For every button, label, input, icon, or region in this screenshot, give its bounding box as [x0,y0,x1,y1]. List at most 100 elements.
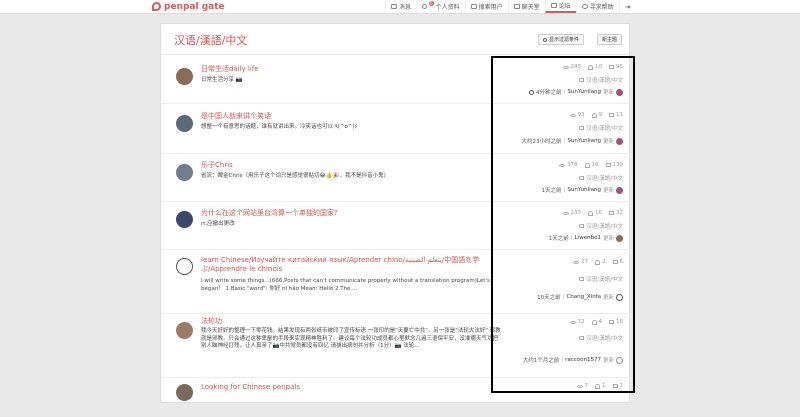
nav-item-forum[interactable]: 论坛 [544,0,576,13]
topic-row[interactable]: 乐子Chris 省流：睥金Chris（用乐子这个词只是感觉很贴切😂👍🎉，我不是抖… [161,153,631,202]
brand-name: penpal gate [164,1,225,12]
last-time: 1天之前 [541,188,562,194]
view-count: 27 [581,259,588,265]
last-user[interactable]: SunYunliang [567,89,601,95]
nav-label: 寻求帮助 [589,4,614,11]
avatar[interactable] [176,68,193,85]
topic-title[interactable]: 法轮功 [201,317,506,326]
updated-label: 更新 [602,90,614,96]
user-mini-avatar[interactable] [616,137,623,145]
chat-icon [513,4,520,9]
topic-title[interactable]: 乐子Chris [201,161,506,170]
topic-title[interactable]: 日常生活daily life [201,65,506,74]
topic-title[interactable]: learn Chinese/Изучайте китайский язык/Ap… [201,256,506,274]
last-activity: 10天之前 | Chang_Xinfa 更新 [537,293,623,301]
avatar[interactable] [176,211,193,228]
participant-count: 10 [595,64,602,70]
user-mini-avatar[interactable] [616,293,623,301]
nav-label: 搜索用户 [478,4,503,11]
brand-logo[interactable]: penpal gate [152,0,225,13]
nav-label: 论坛 [558,3,571,10]
comment-icon [612,260,618,264]
tag-icon [579,176,585,180]
nav-item-search-users[interactable]: 搜索用户 [464,0,508,13]
last-time: 大约1个月之前 [522,358,560,364]
topic-category[interactable]: 汉语/漢語/中文 [579,275,623,283]
reply-count: 95 [616,64,623,70]
topic-category[interactable]: 汉语/漢語/中文 [579,124,623,132]
category-label: 汉语/漢語/中文 [586,126,623,132]
forum-title: 汉语/漢語/中文 [174,34,248,47]
topic-title[interactable]: 是中国人就来讲个笑话 [201,112,506,121]
topic-row[interactable]: 法轮功 我今天好好的整理一下零花钱。结果发现有两张纸币被印了宣传标语 一张印的是… [161,313,631,378]
top-navbar: penpal gate 消息 6 个人资料 搜索用户 聊天室 论坛 寻求帮助 ⇥ [0,0,800,14]
tag-icon [579,336,585,340]
nav-label: 个人资料 [435,4,460,11]
filter-icon [543,37,547,42]
avatar[interactable] [176,115,193,132]
reply-count: 32 [616,210,623,216]
last-time: 大约23小时之前 [521,139,562,145]
view-count: 378 [567,162,578,168]
topic-category[interactable]: 汉语/漢語/中文 [579,222,623,230]
reply-count: 139 [612,162,624,168]
topic-row[interactable]: Looking for Chinese penpals 7 1 1 [161,377,631,417]
topic-excerpt: I will write some things...(666,Posts th… [201,278,490,292]
nav-item-chatroom[interactable]: 聊天室 [507,0,545,13]
topic-stats: 7 1 1 [576,383,623,389]
last-user[interactable]: SunYunliang [567,187,601,193]
avatar[interactable] [176,322,193,339]
last-user[interactable]: Chang_Xinfa [566,294,601,300]
comment-icon [605,163,611,167]
avatar[interactable] [176,384,193,401]
topic-row[interactable]: learn Chinese/Изучайте китайский язык/Ap… [161,249,631,314]
last-user[interactable]: Liwenbo1 [575,235,601,241]
new-topic-button[interactable]: 新主题 [597,34,623,45]
topic-excerpt: 日常生活分享 📷 [201,77,243,83]
last-time: 10天之前 [537,295,561,301]
nav-item-profile[interactable]: 6 个人资料 [416,0,465,13]
users-icon [588,210,593,216]
user-mini-avatar[interactable] [616,234,623,242]
topic-row[interactable]: 为什么在这个网站里台湾算一个单独的国家? rt,应撤出更改 233 16 32 … [161,201,631,250]
tag-icon [579,78,585,82]
last-user[interactable]: SunYunliang [567,138,601,144]
topic-category[interactable]: 汉语/漢語/中文 [579,76,623,84]
sign-out-icon: ⇥ [624,2,631,11]
category-label: 汉语/漢語/中文 [586,78,623,84]
eye-icon [559,163,565,167]
last-user[interactable]: raccoon1577 [565,357,601,363]
topic-stats: 243 10 95 [562,64,623,70]
last-activity: 1天之前 | Liwenbo1 更新 [549,234,623,242]
topic-category[interactable]: 汉语/漢語/中文 [579,334,623,342]
users-icon [584,162,590,168]
user-mini-avatar[interactable] [616,356,623,364]
avatar[interactable] [176,164,193,181]
topic-title[interactable]: 为什么在这个网站里台湾算一个单独的国家? [201,209,506,218]
envelope-icon [391,4,397,9]
topic-stats: 72 4 18 [569,319,623,325]
topic-category[interactable]: 汉语/漢語/中文 [579,174,623,182]
topic-row[interactable]: 日常生活daily life 日常生活分享 📷 243 10 95 汉语/漢語/… [161,55,631,104]
category-label: 汉语/漢語/中文 [586,224,623,230]
show-filters-button[interactable]: 显示过滤条件 [538,34,585,45]
clock-icon [529,89,535,95]
topic-title[interactable]: Looking for Chinese penpals [201,383,506,392]
nav-item-messages[interactable]: 消息 [385,0,416,13]
sign-out-button[interactable]: ⇥ [618,0,636,13]
users-icon [595,383,600,389]
comment-icon [612,384,618,388]
user-mini-avatar[interactable] [616,186,623,194]
view-count: 7 [584,383,589,389]
view-count: 233 [570,210,582,216]
nav-item-help[interactable]: 寻求帮助 [575,0,619,13]
person-icon [422,4,428,9]
users-icon [591,112,597,118]
eye-icon [562,65,569,69]
topic-row[interactable]: 是中国人就来讲个笑话 想整一个有意思的话题，谁有就讲出来。冷笑话也可以 ٩(^o… [161,103,631,154]
last-activity: 大约1个月之前 | raccoon1577 更新 [523,356,623,364]
participant-count: 16 [595,210,602,216]
avatar[interactable] [176,258,193,275]
participant-count: 4 [598,319,603,325]
user-mini-avatar[interactable] [616,88,623,96]
